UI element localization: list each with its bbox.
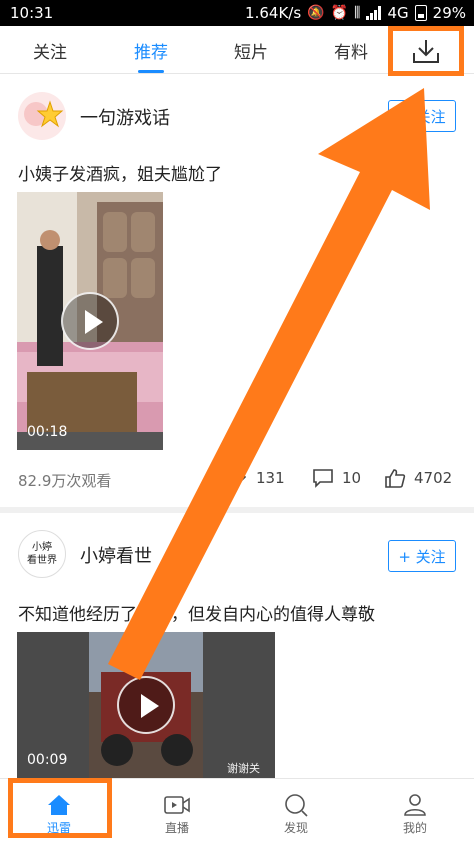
tab-short-videos[interactable]: 短片 <box>234 38 268 63</box>
search-icon <box>285 794 308 817</box>
post-title[interactable]: 不知道他经历了什么，但发自内心的值得人尊敬 <box>18 600 375 625</box>
network-type: 4G <box>387 4 409 22</box>
avatar[interactable] <box>18 92 66 140</box>
signal-icon <box>366 6 382 20</box>
play-button[interactable] <box>117 676 175 734</box>
avatar-text-line-1: 小婷 <box>32 542 52 553</box>
video-camera-icon <box>164 796 190 814</box>
nav-live[interactable]: 直播 <box>118 779 236 842</box>
follow-button[interactable]: + 关注 <box>388 100 456 132</box>
network-speed: 1.64K/s <box>245 4 302 22</box>
home-highlight-box <box>8 778 112 838</box>
comment-count: 10 <box>342 469 362 487</box>
video-duration: 00:09 <box>27 752 68 768</box>
post-title[interactable]: 小姨子发酒疯，姐夫尴尬了 <box>18 160 222 185</box>
follow-button[interactable]: + 关注 <box>388 540 456 572</box>
user-icon <box>404 794 426 816</box>
vibrate-icon: ⫼ <box>354 5 361 21</box>
thumbs-up-icon <box>385 469 406 488</box>
active-tab-indicator <box>138 70 164 73</box>
like-count: 4702 <box>414 469 453 487</box>
nav-discover[interactable]: 发现 <box>237 779 355 842</box>
status-time: 10:31 <box>10 4 54 22</box>
mute-icon: 🔕 <box>307 5 325 21</box>
video-watermark: 谢谢关注！ <box>227 762 260 775</box>
alarm-icon: ⏰ <box>330 5 349 21</box>
author-name[interactable]: 一句游戏话 <box>80 104 170 130</box>
nav-me[interactable]: 我的 <box>356 779 474 842</box>
post-divider <box>0 507 474 513</box>
like-button[interactable]: 4702 <box>384 468 452 488</box>
post-stats: 82.9万次观看 131 10 4702 <box>0 466 474 492</box>
post-header: 小婷 看世界 小婷看世 + 关注 <box>0 530 474 590</box>
download-icon <box>413 40 439 63</box>
avatar[interactable]: 小婷 看世界 <box>18 530 66 578</box>
share-button[interactable]: 131 <box>226 468 285 488</box>
battery-level: 29% <box>432 4 466 22</box>
avatar-text-line-2: 看世界 <box>27 555 57 566</box>
post-header: 一句游戏话 + 关注 <box>0 92 474 152</box>
nav-live-label: 直播 <box>164 821 189 835</box>
nav-me-label: 我的 <box>402 821 427 835</box>
battery-icon <box>414 5 427 21</box>
video-duration: 00:18 <box>27 424 68 440</box>
share-count: 131 <box>256 469 285 487</box>
author-name[interactable]: 小婷看世 <box>80 542 152 568</box>
download-button[interactable] <box>388 26 464 76</box>
play-button[interactable] <box>61 292 119 350</box>
video-thumbnail[interactable]: 00:09 谢谢关注！ <box>17 632 275 778</box>
status-bar: 10:31 1.64K/s 🔕 ⏰ ⫼ 4G 29% <box>0 0 474 26</box>
view-count: 82.9万次观看 <box>18 472 112 490</box>
video-thumbnail[interactable]: 00:18 <box>17 192 163 450</box>
tab-featured[interactable]: 有料 <box>334 38 368 63</box>
nav-discover-label: 发现 <box>283 821 308 835</box>
tab-following[interactable]: 关注 <box>33 38 67 63</box>
comment-button[interactable]: 10 <box>312 468 361 488</box>
tab-recommended[interactable]: 推荐 <box>134 38 168 63</box>
comment-icon <box>313 469 333 488</box>
star-icon <box>24 100 64 128</box>
share-icon <box>228 470 247 486</box>
